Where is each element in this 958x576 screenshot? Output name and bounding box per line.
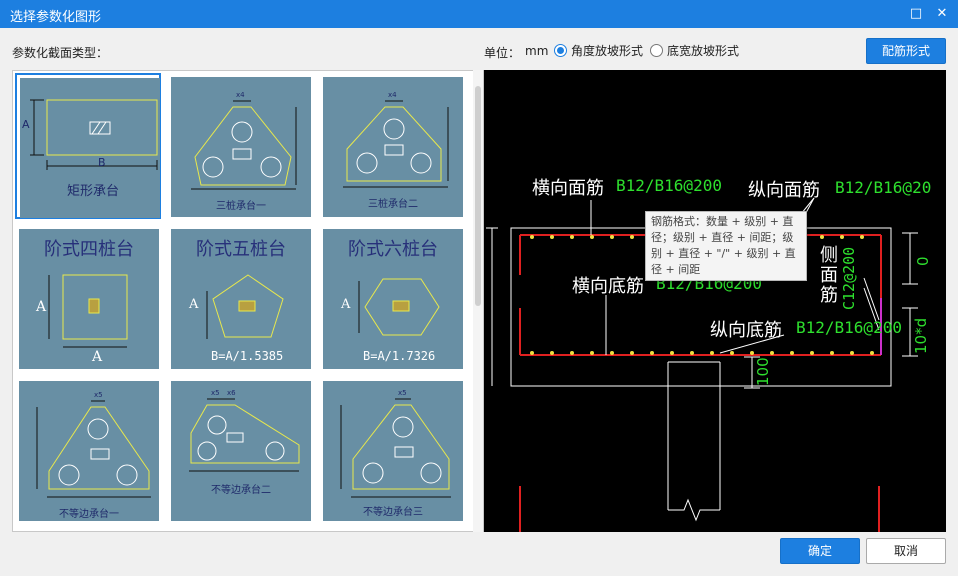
shape-thumbnail: 阶式五桩台 A B=A/1.5385 (171, 229, 311, 369)
shape-thumbnail: 阶式六桩台 A B=A/1.7326 (323, 229, 463, 369)
dimension-b-label: B (98, 156, 106, 169)
scrollbar-thumb[interactable] (475, 86, 481, 306)
unit-value: mm (525, 44, 549, 58)
value-transverse-top: B12/B16@200 (616, 176, 722, 195)
shape-cell-three-pile-2[interactable]: x4 三桩承台二 (319, 73, 465, 219)
maximize-icon[interactable]: □ (908, 6, 924, 22)
dimension-100: 100 (754, 357, 772, 386)
rebar-format-tooltip: 钢筋格式：数量 + 级别 + 直径；级别 + 直径 + 间距；级别 + 直径 +… (645, 211, 807, 281)
shape-thumbnail: x5 不等边承台三 (323, 381, 463, 521)
shape-thumbnail: 阶式四桩台 A A (19, 229, 159, 369)
shape-thumbnail: x4 三桩承台一 (171, 77, 311, 217)
shape-formula: B=A/1.7326 (363, 349, 436, 363)
label-transverse-top: 横向面筋 (532, 178, 604, 199)
shape-cell-unequal-1[interactable]: x5 不等边承台一 (15, 377, 161, 523)
value-side: C12@200 (840, 246, 858, 310)
label-longitudinal-bottom: 纵向底筋 (710, 320, 782, 341)
dimension-10d: 10*d (912, 317, 930, 354)
shape-name: 矩形承台 (66, 184, 119, 199)
shape-thumbnail: A B 矩形承台 (20, 78, 160, 218)
shape-name: 不等边承台二 (211, 485, 271, 496)
shape-gallery: A B 矩形承台 x4 三桩承台一 x4 三桩承台二 阶式四桩台 A A 阶式五… (12, 70, 484, 532)
shape-name: 三桩承台一 (216, 201, 266, 212)
label-side: 侧面筋 (820, 245, 838, 306)
shape-cell-three-pile-1[interactable]: x4 三桩承台一 (167, 73, 313, 219)
value-longitudinal-top: B12/B16@20 (835, 178, 932, 197)
shape-name: 不等边承台一 (59, 509, 119, 520)
radio-width-slope-label: 底宽放坡形式 (667, 43, 740, 58)
dimension-a-label: A (36, 299, 47, 315)
shape-name: 不等边承台三 (363, 507, 423, 518)
label-longitudinal-top: 纵向面筋 (748, 180, 820, 201)
shape-thumbnail: x4 三桩承台二 (323, 77, 463, 217)
value-longitudinal-bottom: B12/B16@200 (796, 318, 902, 337)
radio-selected-icon[interactable] (554, 43, 567, 57)
label-transverse-bottom: 横向底筋 (572, 276, 644, 297)
shape-cell-stepped-six-pile[interactable]: 阶式六桩台 A B=A/1.7326 (319, 225, 465, 371)
dimension-x4-label: x4 (388, 91, 397, 99)
close-icon[interactable]: ✕ (934, 6, 950, 22)
shape-name: 三桩承台二 (368, 199, 418, 210)
dimension-x4-label: x4 (236, 91, 245, 99)
window-title: 选择参数化图形 (10, 10, 102, 25)
unit-label: 单位： (484, 46, 521, 60)
dimension-x5-label: x5 (211, 389, 220, 397)
rebar-format-button[interactable]: 配筋形式 (866, 38, 946, 64)
shape-cell-stepped-four-pile[interactable]: 阶式四桩台 A A (15, 225, 161, 371)
dimension-x5-label: x5 (94, 391, 103, 399)
radio-angle-slope[interactable]: 角度放坡形式 (554, 42, 643, 58)
dimension-a-label: A (22, 118, 30, 131)
rebar-preview: 横向面筋 B12/B16@200 纵向面筋 B12/B16@20 横向底筋 B1… (484, 70, 946, 532)
shape-formula: B=A/1.5385 (211, 349, 284, 363)
gallery-scrollbar[interactable] (473, 70, 483, 532)
shape-cell-unequal-2[interactable]: x5 x6 不等边承台二 (167, 377, 313, 523)
ok-button[interactable]: 确定 (780, 538, 860, 564)
title-bar: 选择参数化图形 □ ✕ (0, 0, 958, 28)
dimension-x6-label: x6 (227, 389, 236, 397)
shape-cell-stepped-five-pile[interactable]: 阶式五桩台 A B=A/1.5385 (167, 225, 313, 371)
section-type-label: 参数化截面类型： (12, 46, 109, 60)
preview-drawing (486, 197, 918, 532)
dimension-a-label: A (341, 297, 351, 312)
dimension-x5-label: x5 (398, 389, 407, 397)
shape-thumbnail: x5 x6 不等边承台二 (171, 381, 311, 521)
shape-thumbnail: x5 不等边承台一 (19, 381, 159, 521)
dimension-a-label: A (189, 297, 199, 312)
shape-cell-unequal-3[interactable]: x5 不等边承台三 (319, 377, 465, 523)
radio-width-slope[interactable]: 底宽放坡形式 (650, 42, 739, 58)
cancel-button[interactable]: 取消 (866, 538, 946, 564)
radio-angle-slope-label: 角度放坡形式 (571, 43, 644, 58)
dimension-zero: 0 (914, 256, 932, 266)
radio-unselected-icon[interactable] (650, 43, 663, 57)
dimension-b-label: A (92, 349, 103, 365)
shape-cell-rectangle[interactable]: A B 矩形承台 (15, 73, 161, 219)
